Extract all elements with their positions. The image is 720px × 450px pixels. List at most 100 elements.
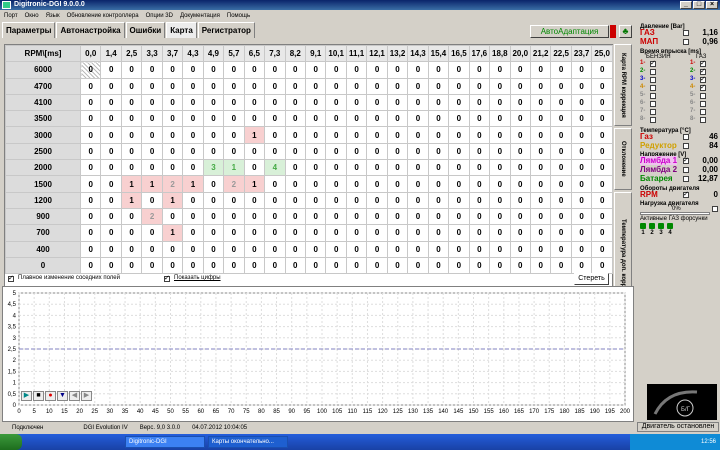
lambda2-checkbox[interactable] [683,167,689,173]
map-cell[interactable]: 0 [570,110,593,128]
map-cell[interactable]: 0 [529,159,552,177]
map-cell[interactable]: 0 [223,207,245,226]
map-cell[interactable]: 0 [468,224,491,242]
map-cell[interactable]: 0 [366,240,388,258]
map-cell[interactable]: 0 [264,77,286,95]
map-cell[interactable]: 0 [161,110,184,128]
map-cell[interactable]: 0 [591,77,613,95]
map-cell[interactable]: 0 [366,142,388,161]
map-cell[interactable]: 0 [79,110,102,128]
map-cell[interactable]: 1 [120,175,143,193]
map-cell[interactable]: 0 [243,110,266,128]
map-cell[interactable]: 0 [386,240,409,258]
map-cell[interactable]: 0 [120,256,143,275]
map-cell[interactable]: 0 [407,77,429,95]
map-cell[interactable]: 0 [304,110,327,128]
map-cell[interactable]: 0 [427,93,450,112]
map-cell[interactable]: 0 [161,77,184,95]
map-cell[interactable]: 0 [325,159,347,177]
map-cell[interactable]: 0 [448,191,470,209]
map-cell[interactable]: 0 [489,142,511,161]
map-cell[interactable]: 0 [304,77,327,95]
map-cell[interactable]: 0 [264,61,286,79]
load-checkbox[interactable] [712,206,718,212]
map-cell[interactable]: 0 [264,224,286,242]
map-cell[interactable]: 0 [202,110,225,128]
map-cell[interactable]: 0 [509,224,531,242]
map-cell[interactable]: 0 [284,142,306,161]
map-cell[interactable]: 0 [120,207,143,226]
map-cell[interactable]: 0 [509,77,531,95]
map-cell[interactable]: 0 [182,256,204,275]
maximize-button[interactable]: □ [693,1,705,9]
map-cell[interactable]: 0 [264,126,286,144]
map-cell[interactable]: 0 [489,191,511,209]
map-cell[interactable]: 1 [182,175,204,193]
map-cell[interactable]: 0 [529,224,552,242]
map-cell[interactable]: 0 [325,110,347,128]
map-cell[interactable]: 0 [141,142,163,161]
map-cell[interactable]: 0 [366,224,388,242]
map-cell[interactable]: 0 [448,256,470,275]
map-cell[interactable]: 0 [243,256,266,275]
map-cell[interactable]: 0 [304,224,327,242]
map-cell[interactable]: 0 [407,224,429,242]
map-cell[interactable]: 0 [345,142,368,161]
map-cell[interactable]: 0 [591,159,613,177]
map-cell[interactable]: 0 [591,142,613,161]
inj-gas-checkbox-4[interactable] [700,83,706,91]
map-cell[interactable]: 2 [223,175,245,193]
map-cell[interactable]: 0 [304,240,327,258]
map-cell[interactable]: 3 [202,159,225,177]
map-cell[interactable]: 0 [345,175,368,193]
map-cell[interactable]: 0 [489,93,511,112]
map-cell[interactable]: 0 [468,110,491,128]
map-cell[interactable]: 0 [304,207,327,226]
map-cell[interactable]: 0 [468,175,491,193]
auto-adapt-button[interactable]: АвтоАдаптация [530,25,609,38]
map-cell[interactable]: 0 [509,159,531,177]
menu-language[interactable]: Язык [46,13,60,19]
map-cell[interactable]: 0 [570,256,593,275]
map-cell[interactable]: 0 [284,240,306,258]
map-cell[interactable]: 0 [182,77,204,95]
play-icon[interactable]: ▶ [21,391,32,401]
map-cell[interactable]: 0 [591,240,613,258]
map-pressure-checkbox[interactable] [683,39,689,45]
map-cell[interactable]: 0 [161,207,184,226]
map-cell[interactable]: 0 [284,224,306,242]
map-cell[interactable]: 0 [468,207,491,226]
leaf-icon[interactable]: ♣ [619,25,632,38]
map-cell[interactable]: 0 [427,256,450,275]
map-cell[interactable]: 0 [489,240,511,258]
map-cell[interactable]: 0 [448,175,470,193]
map-cell[interactable]: 0 [386,61,409,79]
map-cell[interactable]: 0 [509,142,531,161]
map-cell[interactable]: 0 [243,61,266,79]
map-cell[interactable]: 0 [304,175,327,193]
map-cell[interactable]: 0 [243,77,266,95]
map-cell[interactable]: 0 [79,93,102,112]
map-cell[interactable]: 0 [202,126,225,144]
map-cell[interactable]: 0 [489,159,511,177]
map-cell[interactable]: 0 [120,61,143,79]
map-cell[interactable]: 0 [304,61,327,79]
map-cell[interactable]: 0 [345,77,368,95]
map-cell[interactable]: 0 [591,93,613,112]
close-button[interactable]: × [706,1,718,9]
map-cell[interactable]: 0 [325,240,347,258]
map-cell[interactable]: 0 [468,93,491,112]
map-cell[interactable]: 0 [407,93,429,112]
inj-gas-checkbox-7[interactable] [700,109,706,115]
map-cell[interactable]: 0 [325,224,347,242]
map-cell[interactable]: 0 [141,159,163,177]
map-cell[interactable]: 0 [182,61,204,79]
map-cell[interactable]: 0 [243,224,266,242]
clear-button[interactable]: Стереть [574,273,609,285]
map-cell[interactable]: 0 [120,93,143,112]
inj-gas-checkbox-8[interactable] [700,117,706,123]
map-cell[interactable]: 0 [100,191,122,209]
map-cell[interactable]: 0 [468,240,491,258]
map-cell[interactable]: 0 [325,77,347,95]
map-cell[interactable]: 0 [79,207,102,226]
